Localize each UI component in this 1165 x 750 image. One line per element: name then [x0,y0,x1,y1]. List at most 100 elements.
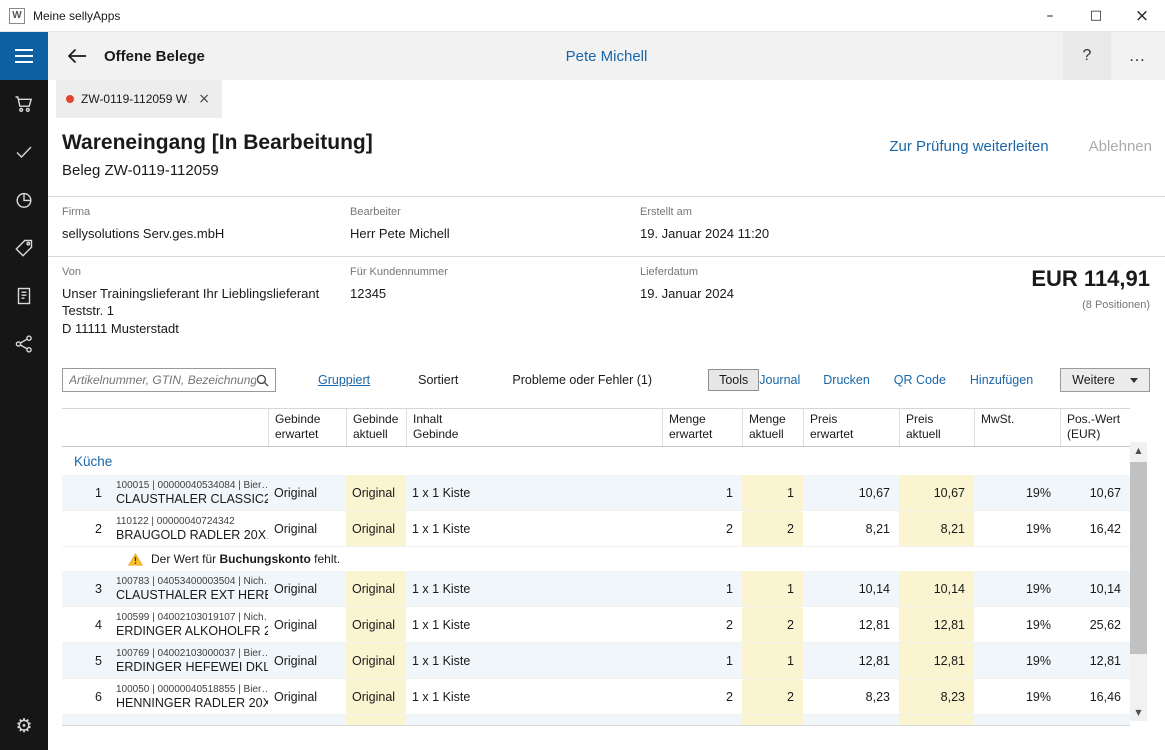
article-search[interactable] [62,368,276,392]
gebinde-aktuell-cell[interactable]: Original [346,679,406,714]
article-cell[interactable]: 100050 | 00000040518855 | Bier… HENNINGE… [112,679,268,714]
article-code: 110122 | 00000040724342 [116,516,235,527]
share-network-icon[interactable] [0,320,48,368]
pos-wert-cell: 10,14 [1060,571,1130,606]
row-number: 5 [62,643,112,678]
table-row[interactable]: 5 100769 | 04002103000037 | Bier… ERDING… [62,643,1130,679]
journal-link[interactable]: Journal [759,373,800,387]
scrollbar-thumb[interactable] [1130,462,1147,654]
article-cell[interactable]: 100599 | 04002103019107 | Nich… ERDINGER… [112,607,268,642]
table-row[interactable]: 100745 | 04066600623036 | Bier… [62,715,1130,726]
check-icon[interactable] [0,128,48,176]
gebinde-aktuell-cell[interactable]: Original [346,607,406,642]
qr-code-link[interactable]: QR Code [894,373,946,387]
preis-aktuell-cell[interactable]: 8,23 [899,679,974,714]
article-cell[interactable]: 100783 | 04053400003504 | Nich… CLAUSTHA… [112,571,268,606]
cart-icon[interactable] [0,80,48,128]
scrollbar-track[interactable] [1130,459,1147,704]
menge-aktuell-cell[interactable]: 1 [742,475,803,510]
preis-aktuell-cell[interactable]: 10,67 [899,475,974,510]
tab-bar: ZW-0119-112059 W… × [48,80,1165,118]
group-label[interactable]: Küche [74,454,112,469]
column-header[interactable]: Preiserwartet [803,409,899,446]
search-input[interactable] [69,373,256,387]
column-header[interactable] [62,409,112,446]
tab-close-icon[interactable]: × [196,91,212,107]
menge-aktuell-cell[interactable]: 2 [742,679,803,714]
titlebar: W Meine sellyApps – □ × [0,0,1165,32]
close-button[interactable]: × [1119,0,1165,32]
minimize-button[interactable]: – [1027,0,1073,32]
menge-aktuell-cell[interactable]: 2 [742,511,803,546]
preis-aktuell-cell[interactable]: 12,81 [899,607,974,642]
article-cell[interactable]: 110122 | 00000040724342 BRAUGOLD RADLER … [112,511,268,546]
field-von: Von Unser Trainingslieferant Ihr Lieblin… [62,266,350,338]
field-firma: Firma sellysolutions Serv.ges.mbH [62,206,350,243]
column-header[interactable]: InhaltGebinde [406,409,662,446]
preis-aktuell-cell[interactable]: 8,21 [899,511,974,546]
maximize-button[interactable]: □ [1073,0,1119,32]
back-arrow-icon[interactable] [60,36,94,76]
sorted-toggle[interactable]: Sortiert [418,373,458,387]
grouped-toggle[interactable]: Gruppiert [318,373,370,387]
hamburger-menu-button[interactable] [0,32,48,80]
warning-icon [128,553,143,566]
field-value: 12345 [350,285,640,303]
mwst-cell: 19% [974,607,1060,642]
search-icon[interactable] [256,374,269,387]
print-link[interactable]: Drucken [823,373,870,387]
column-header[interactable]: Mengeerwartet [662,409,742,446]
more-dropdown-button[interactable]: Weitere [1060,368,1150,392]
gebinde-aktuell-cell[interactable]: Original [346,511,406,546]
column-header[interactable]: MwSt. [974,409,1060,446]
add-link[interactable]: Hinzufügen [970,373,1033,387]
table-row[interactable]: 6 100050 | 00000040518855 | Bier… HENNIN… [62,679,1130,715]
gebinde-aktuell-cell[interactable]: Original [346,571,406,606]
article-cell[interactable]: 100015 | 00000040534084 | Bier… CLAUSTHA… [112,475,268,510]
pie-chart-icon[interactable] [0,176,48,224]
preis-aktuell-cell[interactable] [899,715,974,726]
preis-aktuell-cell[interactable]: 12,81 [899,643,974,678]
menge-aktuell-cell[interactable]: 2 [742,607,803,642]
help-icon[interactable]: ? [1063,32,1111,80]
gebinde-aktuell-cell[interactable]: Original [346,475,406,510]
tools-button[interactable]: Tools [708,369,759,391]
field-label: Lieferdatum [640,266,734,278]
column-header[interactable]: Gebindeerwartet [268,409,346,446]
menge-aktuell-cell[interactable]: 1 [742,571,803,606]
document-tab[interactable]: ZW-0119-112059 W… × [56,80,222,118]
gebinde-aktuell-cell[interactable]: Original [346,643,406,678]
document-page: Wareneingang [In Bearbeitung] Zur Prüfun… [48,118,1165,750]
article-cell[interactable]: 100769 | 04002103000037 | Bier… ERDINGER… [112,643,268,678]
price-tag-icon[interactable] [0,224,48,272]
more-icon[interactable]: … [1111,32,1165,80]
gebinde-aktuell-cell[interactable] [346,715,406,726]
forward-for-review-button[interactable]: Zur Prüfung weiterleiten [889,138,1048,155]
column-header[interactable]: Gebindeaktuell [346,409,406,446]
gebinde-erwartet-cell: Original [268,679,346,714]
scroll-down-icon[interactable]: ▼ [1130,704,1147,721]
table-row[interactable]: 2 110122 | 00000040724342 BRAUGOLD RADLE… [62,511,1130,547]
current-user[interactable]: Pete Michell [566,48,648,65]
report-icon[interactable] [0,272,48,320]
column-header[interactable]: Mengeaktuell [742,409,803,446]
problems-filter[interactable]: Probleme oder Fehler (1) [512,373,652,387]
table-row[interactable]: 1 100015 | 00000040534084 | Bier… CLAUST… [62,475,1130,511]
pos-wert-cell: 10,67 [1060,475,1130,510]
field-value: Herr Pete Michell [350,225,640,243]
menge-aktuell-cell[interactable]: 1 [742,643,803,678]
column-header[interactable]: Preisaktuell [899,409,974,446]
column-header[interactable] [112,409,268,446]
menge-aktuell-cell[interactable] [742,715,803,726]
article-name: HENNINGER RADLER 20X… [116,696,268,710]
gear-icon[interactable]: ⚙ [0,702,48,750]
scroll-up-icon[interactable]: ▲ [1130,442,1147,459]
table-row[interactable]: 4 100599 | 04002103019107 | Nich… ERDING… [62,607,1130,643]
article-cell[interactable]: 100745 | 04066600623036 | Bier… [112,715,268,726]
group-header[interactable]: Küche [62,447,1130,475]
preis-aktuell-cell[interactable]: 10,14 [899,571,974,606]
table-row[interactable]: 3 100783 | 04053400003504 | Nich… CLAUST… [62,571,1130,607]
reject-button[interactable]: Ablehnen [1089,138,1152,155]
vertical-scrollbar[interactable]: ▲ ▼ [1130,442,1147,721]
column-header[interactable]: Pos.-Wert(EUR) [1060,409,1130,446]
